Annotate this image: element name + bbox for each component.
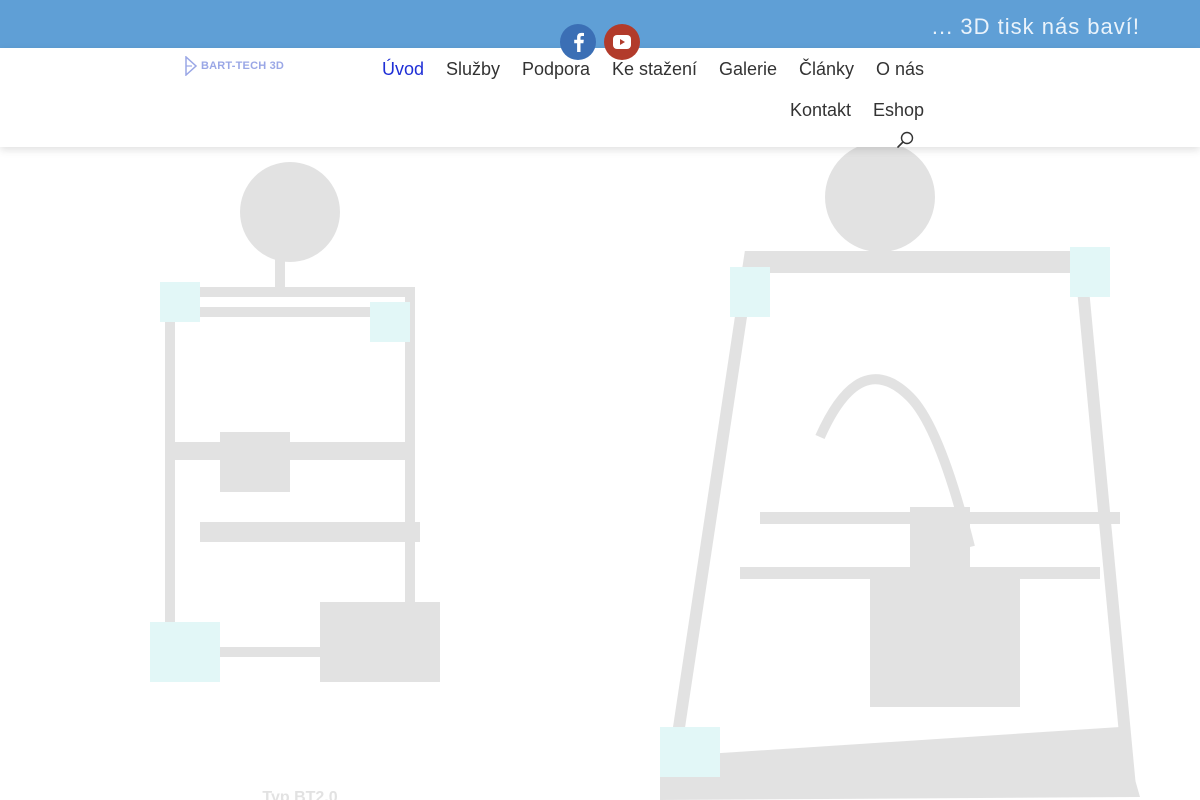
nav-item-galerie[interactable]: Galerie	[719, 59, 777, 80]
tagline: ... 3D tisk nás baví!	[931, 14, 1140, 39]
site-header: BART-TECH 3D Úvod Služby Podpora Ke staž…	[0, 48, 1200, 150]
logo-text: BART-TECH 3D	[201, 60, 285, 72]
nav-item-o-nas[interactable]: O nás	[876, 59, 924, 80]
nav-item-sluzby[interactable]: Služby	[446, 59, 500, 80]
printer-image-right	[660, 147, 1140, 800]
logo-mark-icon	[185, 56, 198, 76]
nav-item-uvod[interactable]: Úvod	[382, 59, 424, 80]
youtube-link[interactable]	[604, 24, 640, 60]
nav-item-clanky[interactable]: Články	[799, 59, 854, 80]
printer-caption-left: Typ BT2.0	[262, 789, 338, 800]
printer-image-left	[150, 162, 440, 682]
hero-section: Typ BT2.0	[0, 147, 1200, 800]
youtube-icon	[613, 35, 631, 49]
nav-item-podpora[interactable]: Podpora	[522, 59, 590, 80]
facebook-icon	[574, 32, 584, 52]
search-icon[interactable]	[895, 130, 915, 150]
facebook-link[interactable]	[560, 24, 596, 60]
nav-item-eshop[interactable]: Eshop	[873, 100, 924, 121]
logo[interactable]: BART-TECH 3D	[184, 56, 284, 76]
nav-item-ke-stazeni[interactable]: Ke stažení	[612, 59, 697, 80]
nav-item-kontakt[interactable]: Kontakt	[790, 100, 851, 121]
top-bar: ... 3D tisk nás baví!	[0, 0, 1200, 48]
